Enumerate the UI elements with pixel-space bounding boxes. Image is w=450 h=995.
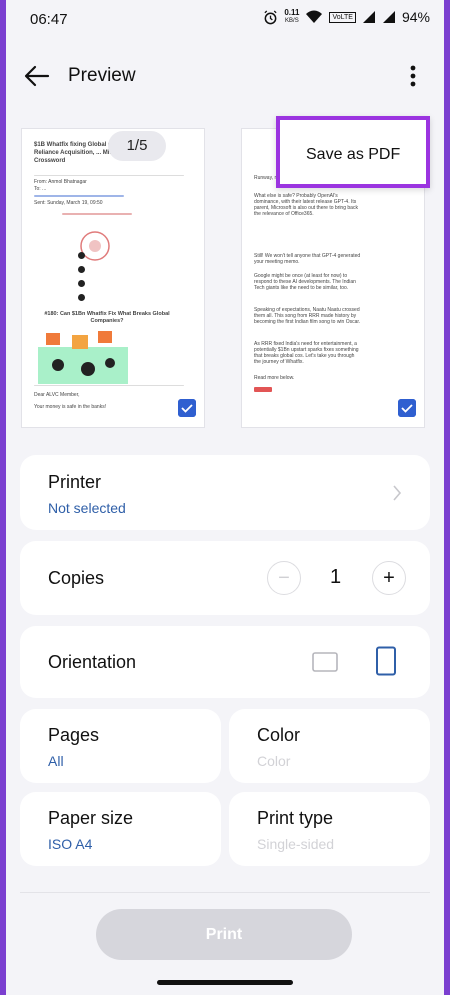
wifi-icon bbox=[306, 10, 323, 23]
print-type-row[interactable]: Print type Single-sided bbox=[229, 792, 430, 866]
print-type-value: Single-sided bbox=[257, 836, 335, 852]
printer-value: Not selected bbox=[48, 500, 126, 516]
print-type-label: Print type bbox=[257, 808, 334, 828]
printer-row[interactable]: Printer Not selected bbox=[20, 455, 430, 530]
battery-level: 94% bbox=[401, 9, 430, 25]
newsletter-logo-icon bbox=[80, 231, 110, 261]
back-arrow-icon[interactable] bbox=[24, 64, 50, 88]
orientation-row: Orientation bbox=[20, 626, 430, 698]
header-link bbox=[62, 213, 132, 215]
decrease-copies-button[interactable]: − bbox=[267, 561, 301, 595]
page-title: Preview bbox=[68, 65, 136, 86]
color-value: Color bbox=[257, 753, 291, 769]
pages-value: All bbox=[48, 753, 64, 769]
checkbox-checked-icon[interactable] bbox=[398, 399, 416, 417]
page2-p6: As RRR fixed India's need for entertainm… bbox=[254, 341, 359, 365]
app-bar: Preview bbox=[6, 52, 444, 100]
print-preview-screen: 06:47 0.11 KB/S VoLTE 94% Preview $1B Wha… bbox=[6, 0, 444, 995]
separator bbox=[34, 385, 184, 386]
home-indicator[interactable] bbox=[157, 980, 293, 985]
status-bar: 06:47 0.11 KB/S VoLTE 94% bbox=[6, 0, 444, 38]
page-thumbnail-1[interactable]: $1B Whatfix fixing Global Gr... Haptik's… bbox=[21, 128, 205, 428]
save-as-pdf-menu-item[interactable]: Save as PDF bbox=[276, 116, 430, 188]
checkbox-checked-icon[interactable] bbox=[178, 399, 196, 417]
bottom-divider bbox=[20, 892, 430, 893]
page2-p2: What else is safe? Probably OpenAI's dom… bbox=[254, 193, 358, 217]
copies-row: Copies − 1 + bbox=[20, 541, 430, 615]
page1-closing: Your money is safe in the banks! bbox=[34, 404, 107, 410]
social-icon-2 bbox=[78, 266, 85, 273]
page1-from: From: Anmol Bhatnagar bbox=[34, 179, 87, 185]
page2-p7: Read more below. bbox=[254, 375, 295, 381]
page1-to: To: ... bbox=[34, 186, 47, 192]
illustration-image bbox=[38, 331, 128, 384]
status-time: 06:47 bbox=[30, 11, 68, 28]
social-icon-3 bbox=[78, 280, 85, 287]
copies-value: 1 bbox=[330, 566, 342, 588]
color-label: Color bbox=[257, 725, 301, 745]
page2-p3: Still! We won't tell anyone that GPT-4 g… bbox=[254, 253, 361, 265]
page1-story-title: #180: Can $1Bn Whatfix Fix What Breaks G… bbox=[44, 311, 170, 324]
page2-p4: Google might be once (at least for now) … bbox=[254, 273, 356, 291]
page1-greeting: Dear ALVC Member, bbox=[34, 392, 80, 398]
paper-size-label: Paper size bbox=[48, 808, 134, 828]
increase-copies-button[interactable]: + bbox=[372, 561, 406, 595]
pages-label: Pages bbox=[48, 725, 100, 745]
signal-1-icon bbox=[362, 11, 375, 23]
more-options-icon[interactable] bbox=[408, 64, 418, 88]
read-more-button bbox=[254, 387, 272, 392]
color-row[interactable]: Color Color bbox=[229, 709, 430, 783]
alarm-icon bbox=[264, 9, 277, 24]
social-icon-4 bbox=[78, 294, 85, 301]
pages-row[interactable]: Pages All bbox=[20, 709, 221, 783]
social-icon-1 bbox=[78, 252, 85, 259]
page1-date: Sent: Sunday, March 19, 09:50 bbox=[34, 200, 103, 206]
paper-size-row[interactable]: Paper size ISO A4 bbox=[20, 792, 221, 866]
chevron-right-icon bbox=[393, 485, 402, 501]
separator bbox=[34, 175, 184, 176]
save-as-pdf-label: Save as PDF bbox=[306, 146, 401, 163]
printer-label: Printer bbox=[48, 472, 102, 492]
page-indicator: 1/5 bbox=[108, 131, 166, 161]
email-link bbox=[34, 195, 124, 197]
signal-2-icon bbox=[382, 11, 395, 23]
landscape-orientation-icon[interactable] bbox=[312, 652, 338, 672]
page2-p5: Speaking of expectations, Naatu Naatu cr… bbox=[254, 307, 361, 325]
orientation-label: Orientation bbox=[48, 652, 137, 672]
paper-size-value: ISO A4 bbox=[48, 836, 93, 852]
net-speed: 0.11 KB/S bbox=[284, 8, 300, 25]
status-icons: 0.11 KB/S VoLTE 94% bbox=[263, 9, 430, 25]
print-button[interactable]: Print bbox=[96, 909, 352, 960]
volte-badge: VoLTE bbox=[329, 11, 356, 23]
copies-label: Copies bbox=[48, 568, 105, 588]
portrait-orientation-icon[interactable] bbox=[375, 646, 397, 676]
